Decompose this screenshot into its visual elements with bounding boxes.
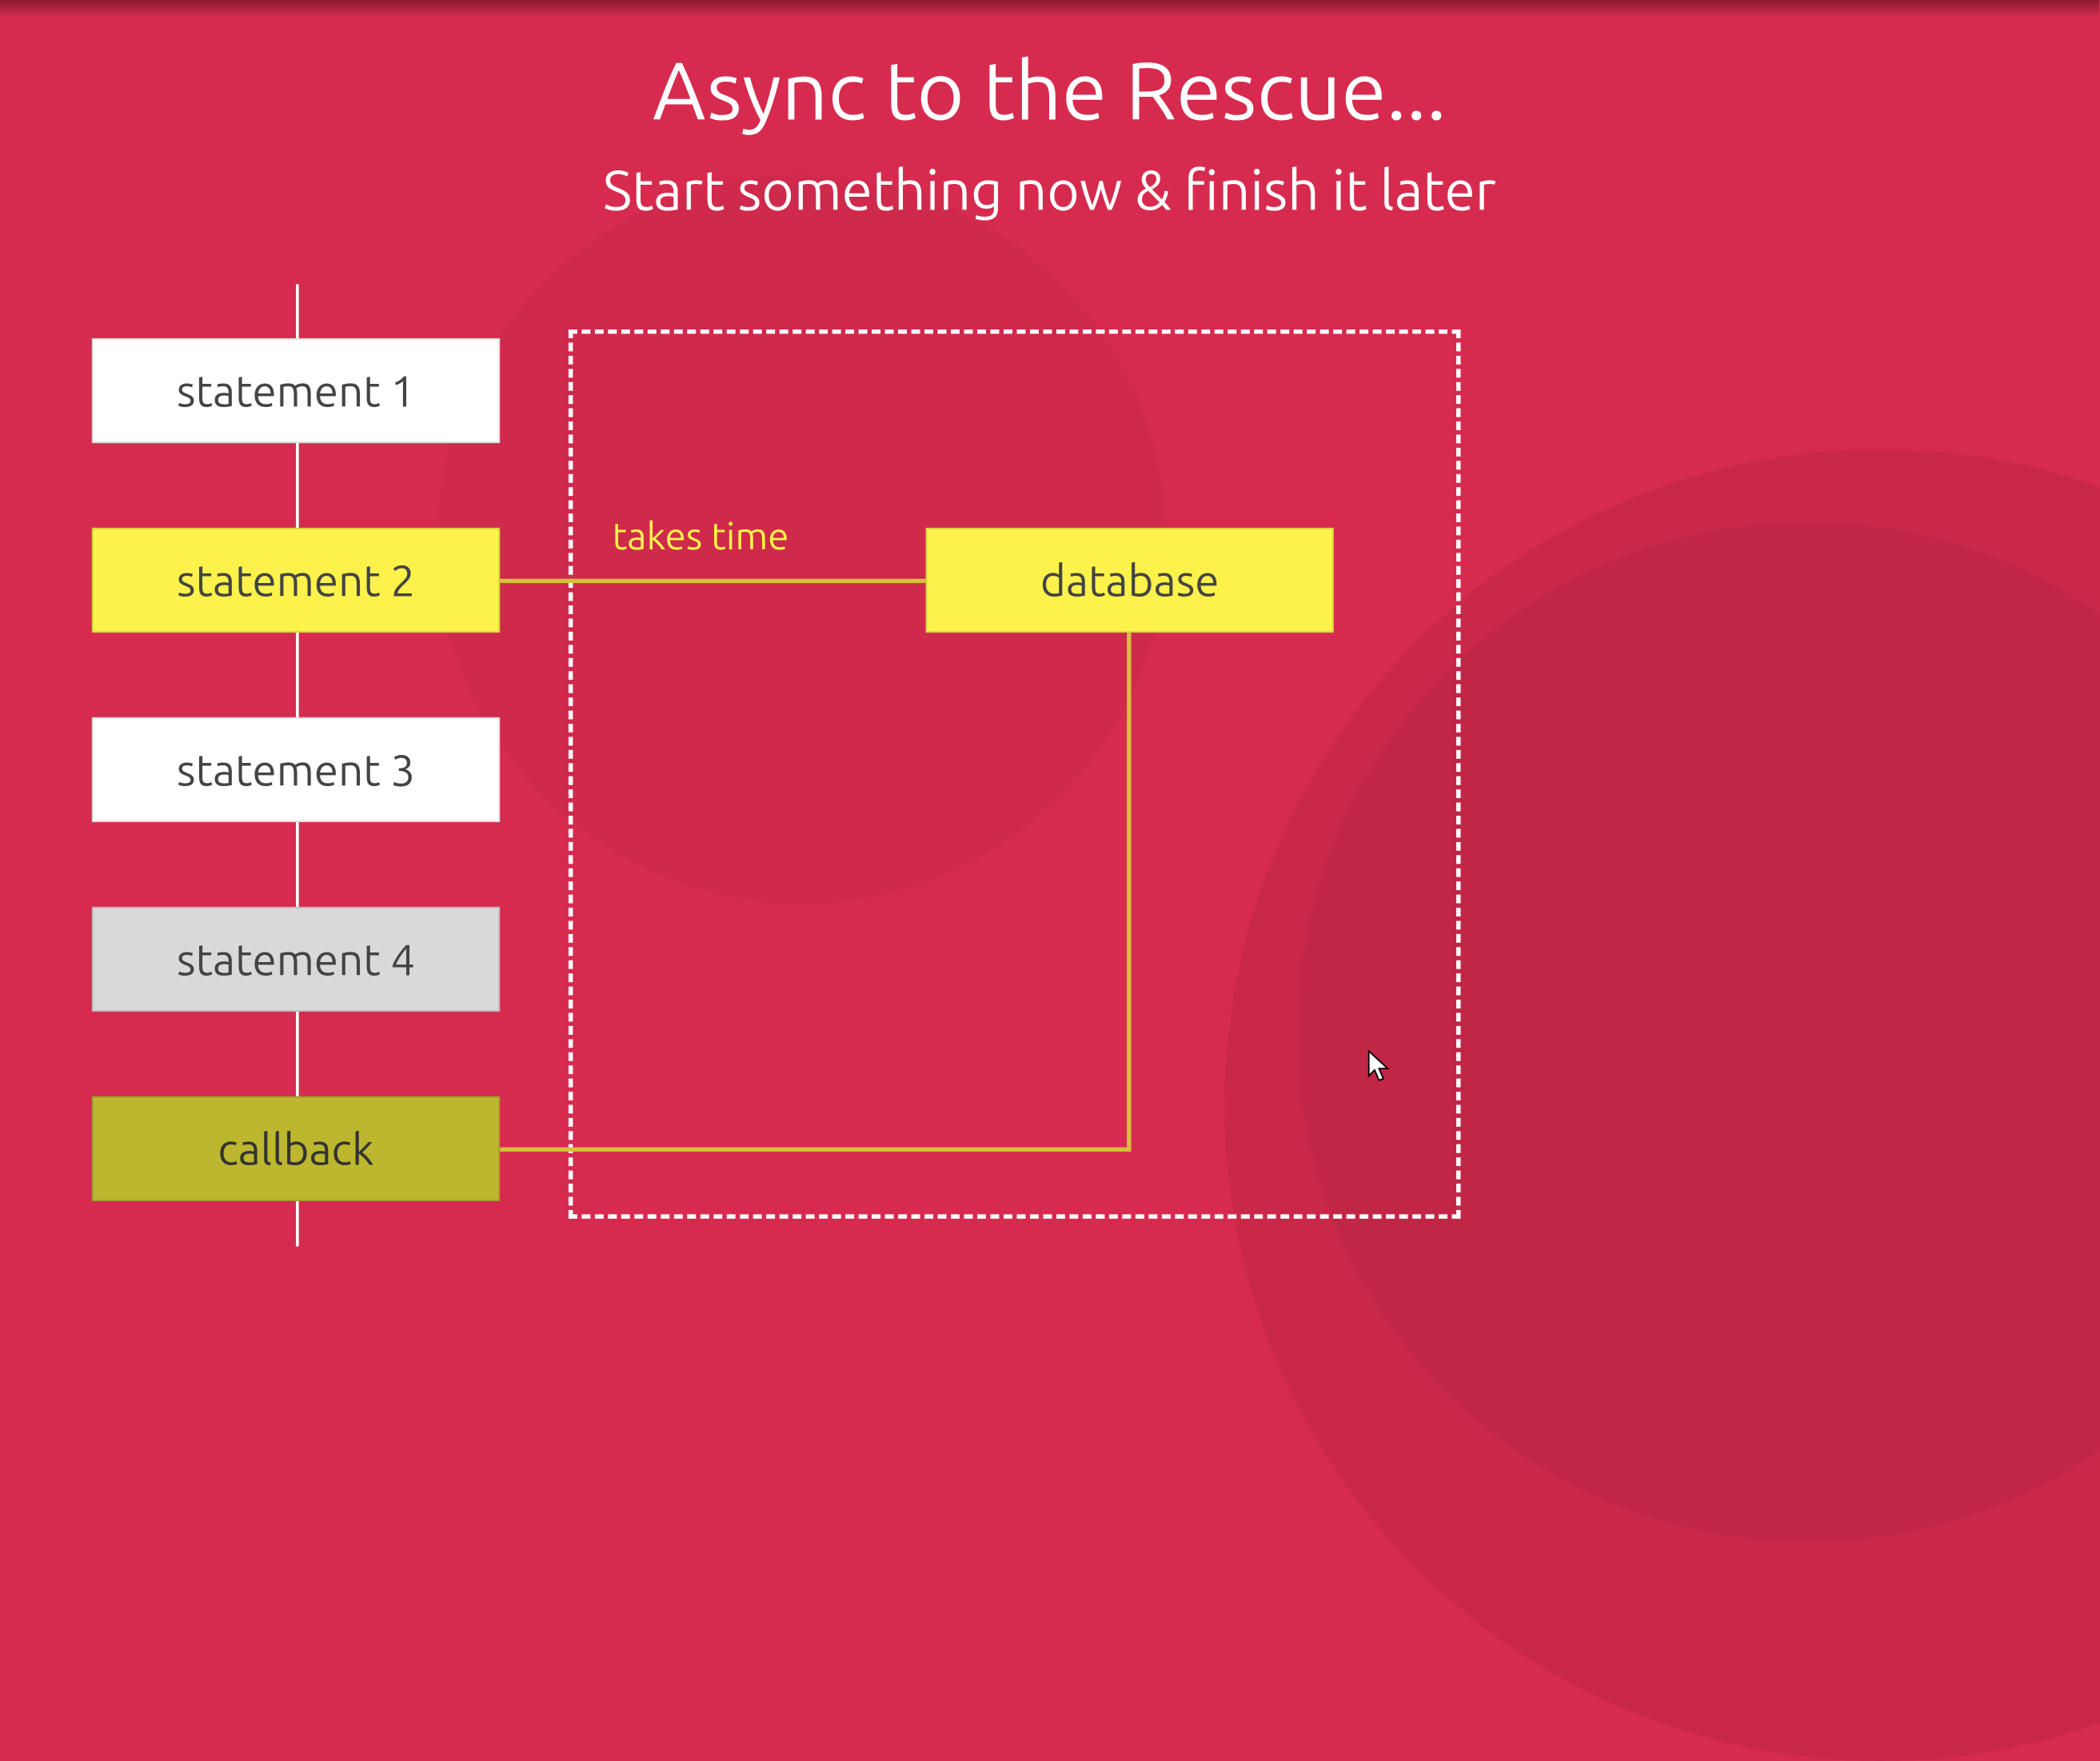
top-shadow (0, 0, 2099, 18)
statement-1-box: statement 1 (92, 338, 500, 443)
connector-db-down (1127, 633, 1131, 1152)
database-box: database (926, 528, 1334, 633)
callback-box: callback (92, 1096, 500, 1201)
statement-2-box: statement 2 (92, 528, 500, 633)
slide: Async to the Rescue... Start something n… (0, 0, 2099, 1251)
async-region-box (569, 329, 1461, 1219)
connector-db-to-callback (500, 1148, 1131, 1152)
connector-stmt2-to-db (500, 579, 925, 583)
statement-4-box: statement 4 (92, 907, 500, 1012)
statement-3-box: statement 3 (92, 717, 500, 822)
slide-subtitle: Start something now & finish it later (0, 161, 2099, 222)
takes-time-label: takes time (613, 514, 789, 557)
slide-title: Async to the Rescue... (0, 44, 2099, 136)
